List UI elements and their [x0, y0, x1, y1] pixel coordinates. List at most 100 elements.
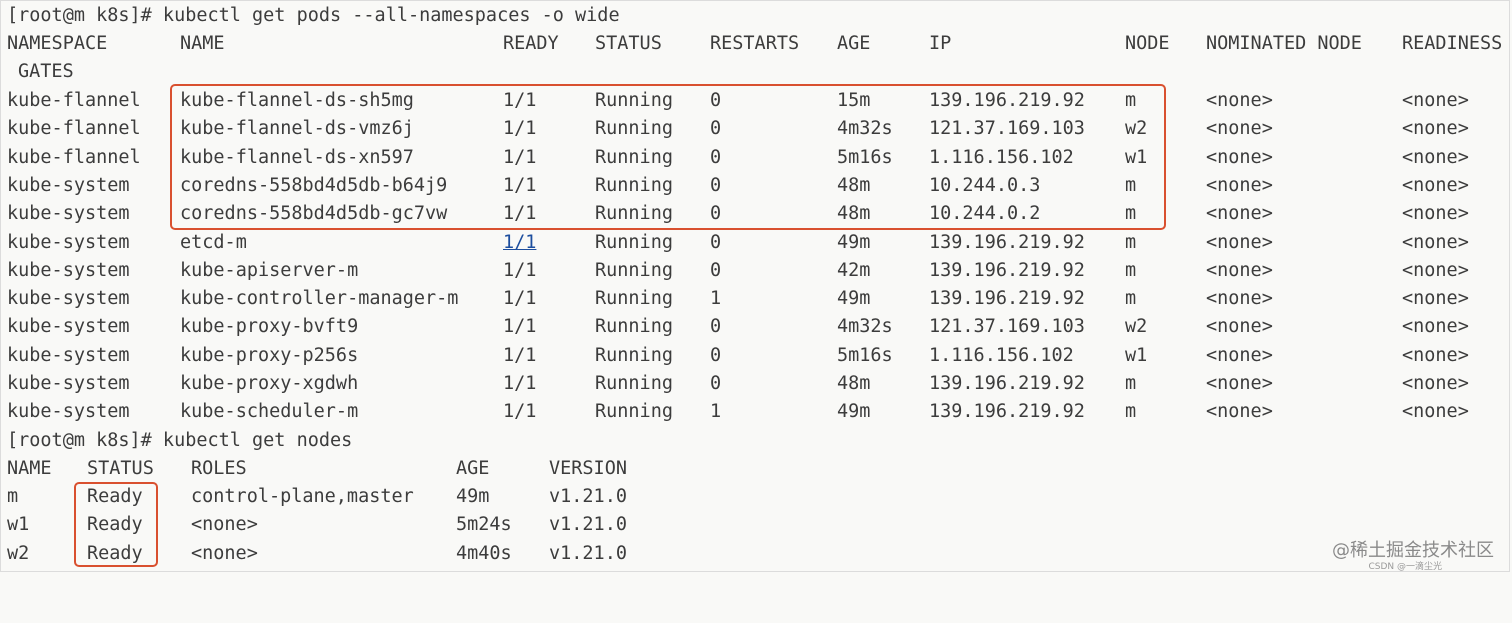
cell-status: Running [595, 174, 673, 196]
cell-restarts: 0 [710, 203, 722, 225]
cell-nominated-node: <none> [1206, 344, 1273, 366]
cell-nominated-node: <none> [1206, 259, 1273, 281]
cell-age: 4m32s [837, 316, 893, 338]
cell-namespace: kube-flannel [7, 90, 141, 111]
pod-row: kube-system kube-proxy-p256s 1/1 Running 0 5m… [0, 342, 1512, 370]
cell-restarts: 0 [710, 231, 722, 253]
cell-ip: 121.37.169.103 [929, 316, 1085, 338]
cell-roles: control-plane,master [191, 486, 414, 507]
cell-status: Running [595, 401, 673, 423]
cell-nominated-node: <none> [1206, 146, 1273, 168]
cell-ip: 139.196.219.92 [929, 373, 1085, 394]
cell-ready: 1/1 [503, 174, 537, 196]
cell-ready: 1/1 [503, 146, 537, 168]
cell-version: v1.21.0 [549, 514, 627, 536]
header-version: VERSION [549, 458, 627, 479]
cell-ip: 10.244.0.3 [929, 174, 1041, 196]
cell-pod-name: kube-flannel-ds-vmz6j [180, 118, 414, 140]
cell-node: m [1125, 90, 1137, 111]
cell-node: m [1125, 259, 1137, 281]
cell-ready: 1/1 [503, 288, 537, 310]
cell-age: 5m24s [456, 514, 512, 536]
cell-restarts: 0 [710, 259, 722, 281]
pod-row: kube-system etcd-m 1/1 Running 0 49m 139.196.2… [0, 229, 1512, 257]
cell-age: 15m [837, 90, 871, 111]
cell-node: w1 [1125, 344, 1148, 366]
cell-status: Running [595, 118, 673, 140]
pod-row: kube-system kube-proxy-xgdwh 1/1 Running 0 48… [0, 370, 1512, 398]
cell-ip: 121.37.169.103 [929, 118, 1085, 140]
cell-age: 49m [837, 231, 871, 253]
cell-ready: 1/1 [503, 401, 537, 423]
cell-ready[interactable]: 1/1 [503, 229, 536, 257]
cell-namespace: kube-flannel [7, 146, 141, 168]
nodes-header-row: NAME STATUS ROLES AGE VERSION [0, 455, 1512, 483]
cell-status: Running [595, 90, 673, 111]
command-text: [root@m k8s]# kubectl get pods --all-nam… [7, 5, 620, 26]
header-ready: READY [503, 33, 559, 54]
cell-namespace: kube-system [7, 231, 130, 253]
header-namespace: NAMESPACE [7, 33, 108, 54]
node-row: m Ready control-plane,master 49m v1.21.0 [0, 483, 1512, 511]
cell-namespace: kube-system [7, 288, 130, 310]
cell-name: w2 [7, 542, 30, 564]
cell-status: Running [595, 231, 673, 253]
header-gates: GATES [18, 61, 74, 82]
cell-namespace: kube-system [7, 174, 130, 196]
cell-ip: 139.196.219.92 [929, 90, 1085, 111]
cell-readiness-gates: <none> [1402, 288, 1469, 310]
cell-status: Running [595, 146, 673, 168]
header-nominated-node: NOMINATED NODE [1206, 33, 1362, 54]
cell-age: 48m [837, 174, 871, 196]
cell-node: m [1125, 288, 1137, 310]
cell-ip: 139.196.219.92 [929, 231, 1085, 253]
cell-node: w2 [1125, 316, 1148, 338]
cell-version: v1.21.0 [549, 486, 627, 507]
cell-nominated-node: <none> [1206, 316, 1273, 338]
cell-age: 48m [837, 373, 871, 394]
pod-row: kube-system kube-scheduler-m 1/1 Running 1 49… [0, 398, 1512, 426]
cell-pod-name: coredns-558bd4d5db-gc7vw [180, 203, 448, 225]
cell-node: m [1125, 174, 1137, 196]
cell-readiness-gates: <none> [1402, 174, 1469, 196]
header-ip: IP [929, 33, 952, 54]
cell-ip: 10.244.0.2 [929, 203, 1041, 225]
cell-age: 49m [456, 486, 490, 507]
cell-age: 4m40s [456, 542, 512, 564]
cell-namespace: kube-system [7, 401, 130, 423]
cell-node: w1 [1125, 146, 1148, 168]
header-restarts: RESTARTS [710, 33, 800, 54]
cell-ready: 1/1 [503, 203, 537, 225]
cell-ready: 1/1 [503, 259, 537, 281]
cell-age: 4m32s [837, 118, 893, 140]
cell-readiness-gates: <none> [1402, 231, 1469, 253]
header-name: NAME [7, 458, 52, 479]
cell-roles: <none> [191, 542, 258, 564]
cell-pod-name: coredns-558bd4d5db-b64j9 [180, 174, 448, 196]
header-name: NAME [180, 33, 225, 54]
cell-readiness-gates: <none> [1402, 90, 1469, 111]
cell-ready: 1/1 [503, 316, 537, 338]
cell-pod-name: kube-proxy-xgdwh [180, 373, 359, 394]
cell-pod-name: kube-apiserver-m [180, 259, 359, 281]
cell-readiness-gates: <none> [1402, 373, 1469, 394]
pods-header-wrap: GATES [0, 58, 1512, 86]
cell-ip: 139.196.219.92 [929, 288, 1085, 310]
cell-pod-name: kube-proxy-bvft9 [180, 316, 359, 338]
pod-row: kube-system kube-proxy-bvft9 1/1 Running 0 4m… [0, 313, 1512, 341]
cell-nominated-node: <none> [1206, 231, 1273, 253]
cell-pod-name: kube-controller-manager-m [180, 288, 459, 310]
cell-namespace: kube-system [7, 373, 130, 394]
node-row: w2 Ready <none> 4m40s v1.21.0 [0, 540, 1512, 568]
cell-status: Running [595, 344, 673, 366]
cell-readiness-gates: <none> [1402, 118, 1469, 140]
pod-row: kube-system kube-apiserver-m 1/1 Running 0 42… [0, 257, 1512, 285]
cell-restarts: 0 [710, 174, 722, 196]
cell-pod-name: kube-flannel-ds-sh5mg [180, 90, 414, 111]
cell-ready: 1/1 [503, 90, 537, 111]
cell-roles: <none> [191, 514, 258, 536]
command-line-get-pods: [root@m k8s]# kubectl get pods --all-nam… [0, 2, 1512, 30]
cell-readiness-gates: <none> [1402, 344, 1469, 366]
pod-row: kube-flannel kube-flannel-ds-xn597 1/1 Runn… [0, 144, 1512, 172]
cell-ready: 1/1 [503, 344, 537, 366]
